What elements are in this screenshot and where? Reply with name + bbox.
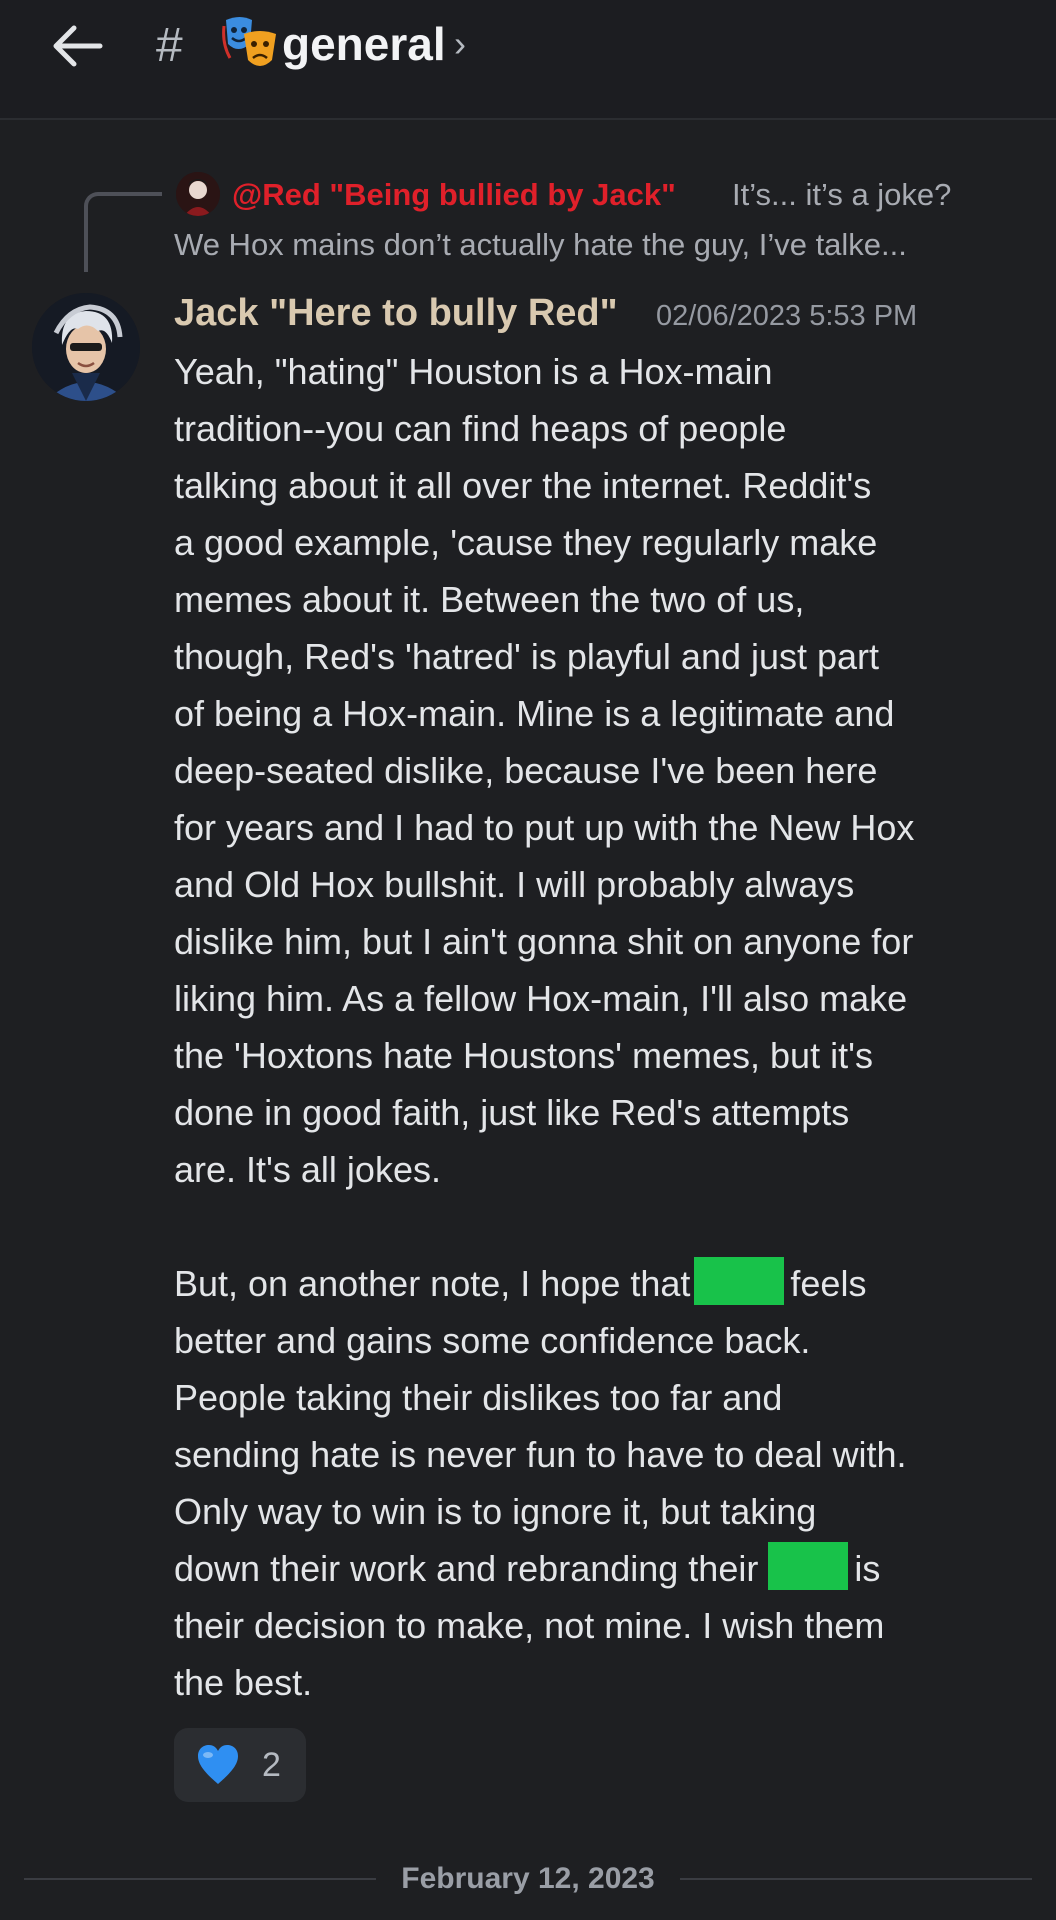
hash-icon: # [156,19,183,72]
date-divider-line-right [680,1878,1032,1880]
message-line: down their work and rebranding their is [174,1540,1044,1597]
message-line: sending hate is never fun to have to dea… [174,1434,907,1475]
message-content: Yeah, "hating" Houston is a Hox-main tra… [174,343,1044,1711]
message-text: is [854,1548,881,1589]
message-line: liking him. As a fellow Hox-main, I'll a… [174,978,908,1019]
message-line: memes about it. Between the two of us, [174,579,805,620]
avatar[interactable] [32,293,140,401]
reply-preview-text[interactable]: It’s... it’s a joke? [732,175,951,215]
message-line: their decision to make, not mine. I wish… [174,1605,885,1646]
theater-masks-emoji-icon [222,17,276,66]
message-text: feels [790,1263,867,1304]
reply-avatar[interactable] [176,172,220,216]
chevron-right-icon[interactable]: › [454,22,466,66]
message-line: the 'Hoxtons hate Houstons' memes, but i… [174,1035,873,1076]
message-line: are. It's all jokes. [174,1149,441,1190]
message-line: and Old Hox bullshit. I will probably al… [174,864,855,905]
message-author[interactable]: Jack "Here to bully Red" [174,290,618,336]
spoiler-redaction[interactable] [768,1542,849,1590]
back-arrow-icon[interactable] [48,22,104,70]
message-line: though, Red's 'hatred' is playful and ju… [174,636,880,677]
message-line: Only way to win is to ignore it, but tak… [174,1491,817,1532]
message-line: of being a Hox-main. Mine is a legitimat… [174,693,895,734]
channel-header: # general › [0,0,1056,120]
date-divider-line-left [24,1878,376,1880]
message-timestamp: 02/06/2023 5:53 PM [656,300,918,332]
message-line: done in good faith, just like Red's atte… [174,1092,850,1133]
message-line: talking about it all over the internet. … [174,465,872,506]
message-line: a good example, 'cause they regularly ma… [174,522,878,563]
date-divider-label: February 12, 2023 [401,1862,655,1895]
message-line: dislike him, but I ain't gonna shit on a… [174,921,914,962]
spoiler-redaction[interactable] [694,1257,785,1305]
blue-heart-icon [198,1745,238,1784]
message-text: down their work and rebranding their [174,1548,759,1589]
reaction-count: 2 [262,1746,281,1784]
message-line: But, on another note, I hope that feels [174,1255,1044,1312]
message-line: People taking their dislikes too far and [174,1377,783,1418]
message-line: for years and I had to put up with the N… [174,807,915,848]
message-line: Yeah, "hating" Houston is a Hox-main [174,351,773,392]
channel-name[interactable]: general [282,16,446,72]
reply-author[interactable]: @Red "Being bullied by Jack" [232,175,676,215]
message-line: the best. [174,1662,313,1703]
reaction-button[interactable]: 2 [174,1728,306,1802]
message-line: deep-seated dislike, because I've been h… [174,750,878,791]
message-text: But, on another note, I hope that [174,1263,691,1304]
message-line: tradition--you can find heaps of people [174,408,787,449]
reply-preview-text-continued[interactable]: We Hox mains don’t actually hate the guy… [174,225,907,265]
message-line: better and gains some confidence back. [174,1320,811,1361]
reply-connector [84,192,162,272]
